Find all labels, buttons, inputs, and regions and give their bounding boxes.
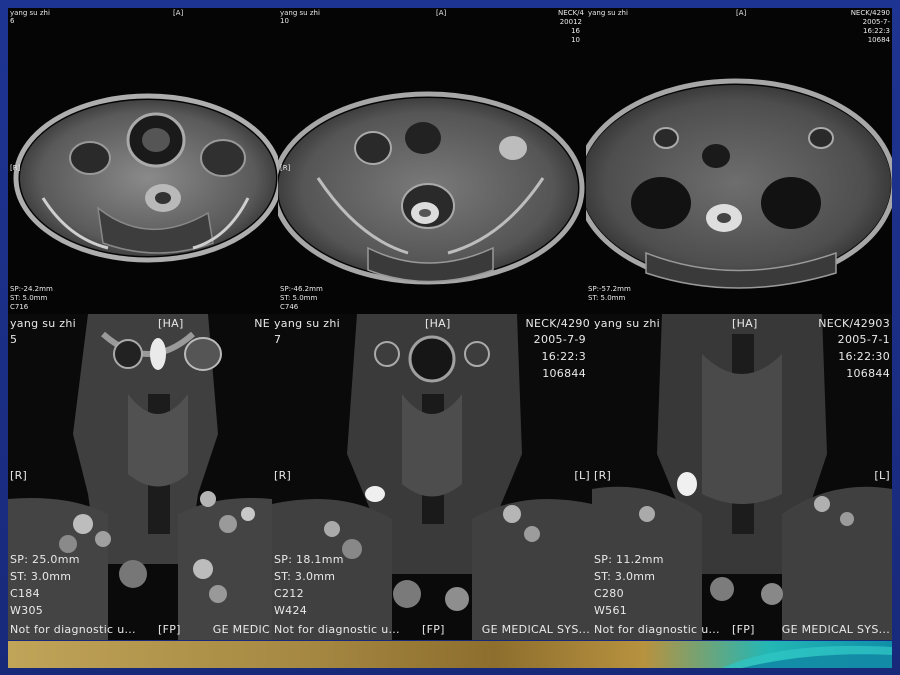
study-date: 2005-7-9 — [533, 333, 586, 346]
axial-mri-panel-2: yang su zhi 10 [A] NECK/4 20012 16 10 [R… — [278, 8, 586, 314]
slice-thickness: ST: 5.0mm — [10, 294, 48, 302]
patient-name: yang su zhi — [10, 9, 50, 17]
study-id: 10684 — [867, 36, 890, 44]
slice-thickness: ST: 5.0mm — [280, 294, 318, 302]
coronal-mri-panel-1: yang su zhi 5 [HA] NE [R] SP: 25.0mm ST:… — [8, 314, 272, 640]
slice-position: SP:-57.2mm — [588, 285, 631, 293]
study-label: NE — [254, 317, 270, 330]
slice-thickness: ST: 3.0mm — [594, 570, 656, 583]
decorative-footer-bar — [8, 641, 892, 668]
study-date: 2005-7-1 — [837, 333, 890, 346]
manufacturer: GE MEDICAL SYS... — [481, 623, 590, 636]
window-center: C746 — [280, 303, 299, 311]
window-width: W561 — [594, 604, 628, 617]
orientation-bottom: [FP] — [732, 623, 755, 636]
study-label: NECK/42903 — [818, 317, 890, 330]
study-time: 16:22:3 — [541, 350, 586, 363]
slice-position: SP: 18.1mm — [274, 553, 344, 566]
slice-position: SP: 25.0mm — [10, 553, 80, 566]
manufacturer: GE MEDICAL SYS... — [781, 623, 890, 636]
window-center: C716 — [10, 303, 29, 311]
axial-mri-panel-3: yang su zhi [A] NECK/4290 2005-7- 16:22:… — [586, 8, 892, 314]
patient-name: yang su zhi — [594, 317, 661, 330]
orientation-right: [L] — [574, 469, 590, 482]
patient-name: yang su zhi — [274, 317, 341, 330]
orientation-bottom: [FP] — [158, 623, 181, 636]
study-time: 16 — [571, 27, 580, 35]
orientation-left: [R] — [280, 164, 291, 172]
study-time: 16:22:30 — [838, 350, 890, 363]
coronal-mri-panel-3: yang su zhi [HA] NECK/42903 2005-7-1 16:… — [592, 314, 892, 640]
study-date: 2005-7- — [862, 18, 890, 26]
disclaimer: Not for diagnostic u... — [594, 623, 720, 636]
study-id: 106844 — [542, 367, 586, 380]
disclaimer: Not for diagnostic u... — [274, 623, 400, 636]
axial-neck-image-2 — [278, 91, 585, 285]
study-label: NECK/4290 — [525, 317, 590, 330]
disclaimer: Not for diagnostic u... — [10, 623, 136, 636]
window-center: C184 — [10, 587, 40, 600]
orientation-left: [R] — [10, 469, 28, 482]
window-center: C280 — [594, 587, 624, 600]
coronal-neck-image-1 — [8, 314, 272, 640]
image-number: 7 — [274, 333, 282, 346]
axial-mri-panel-1: yang su zhi 6 [A] [R] SP:-24.2mm ST: 5.0… — [8, 8, 278, 314]
patient-name: yang su zhi — [588, 9, 628, 17]
window-width: W305 — [10, 604, 44, 617]
study-label: NECK/4290 — [850, 9, 890, 17]
study-id: 10 — [571, 36, 580, 44]
orientation-top: [HA] — [425, 317, 451, 330]
orientation-right: [L] — [874, 469, 890, 482]
orientation-bottom: [FP] — [422, 623, 445, 636]
slice-thickness: ST: 3.0mm — [10, 570, 72, 583]
axial-neck-image-1 — [13, 93, 278, 263]
slice-thickness: ST: 3.0mm — [274, 570, 336, 583]
orientation-top: [A] — [173, 9, 184, 17]
orientation-left: [R] — [594, 469, 612, 482]
study-label: NECK/4 — [558, 9, 584, 17]
slice-position: SP: 11.2mm — [594, 553, 664, 566]
orientation-left: [R] — [10, 164, 21, 172]
window-width: W424 — [274, 604, 308, 617]
slide-background: yang su zhi 6 [A] [R] SP:-24.2mm ST: 5.0… — [0, 0, 900, 675]
patient-name: yang su zhi — [280, 9, 320, 17]
orientation-top: [HA] — [158, 317, 184, 330]
slice-position: SP:-46.2mm — [280, 285, 323, 293]
orientation-top: [A] — [736, 9, 747, 17]
orientation-top: [HA] — [732, 317, 758, 330]
coronal-mri-panel-2: yang su zhi 7 [HA] NECK/4290 2005-7-9 16… — [272, 314, 592, 640]
image-number: 5 — [10, 333, 18, 346]
orientation-left: [R] — [274, 469, 292, 482]
study-id: 106844 — [846, 367, 890, 380]
patient-name: yang su zhi — [10, 317, 77, 330]
image-number: 6 — [10, 17, 15, 25]
wave-decoration-icon — [722, 645, 892, 668]
axial-neck-image-3 — [586, 78, 892, 289]
study-date: 20012 — [559, 18, 582, 26]
manufacturer: GE MEDIC — [212, 623, 270, 636]
slice-thickness: ST: 5.0mm — [588, 294, 626, 302]
study-time: 16:22:3 — [863, 27, 890, 35]
slice-position: SP:-24.2mm — [10, 285, 53, 293]
window-center: C212 — [274, 587, 304, 600]
image-number: 10 — [280, 17, 289, 25]
orientation-top: [A] — [436, 9, 447, 17]
